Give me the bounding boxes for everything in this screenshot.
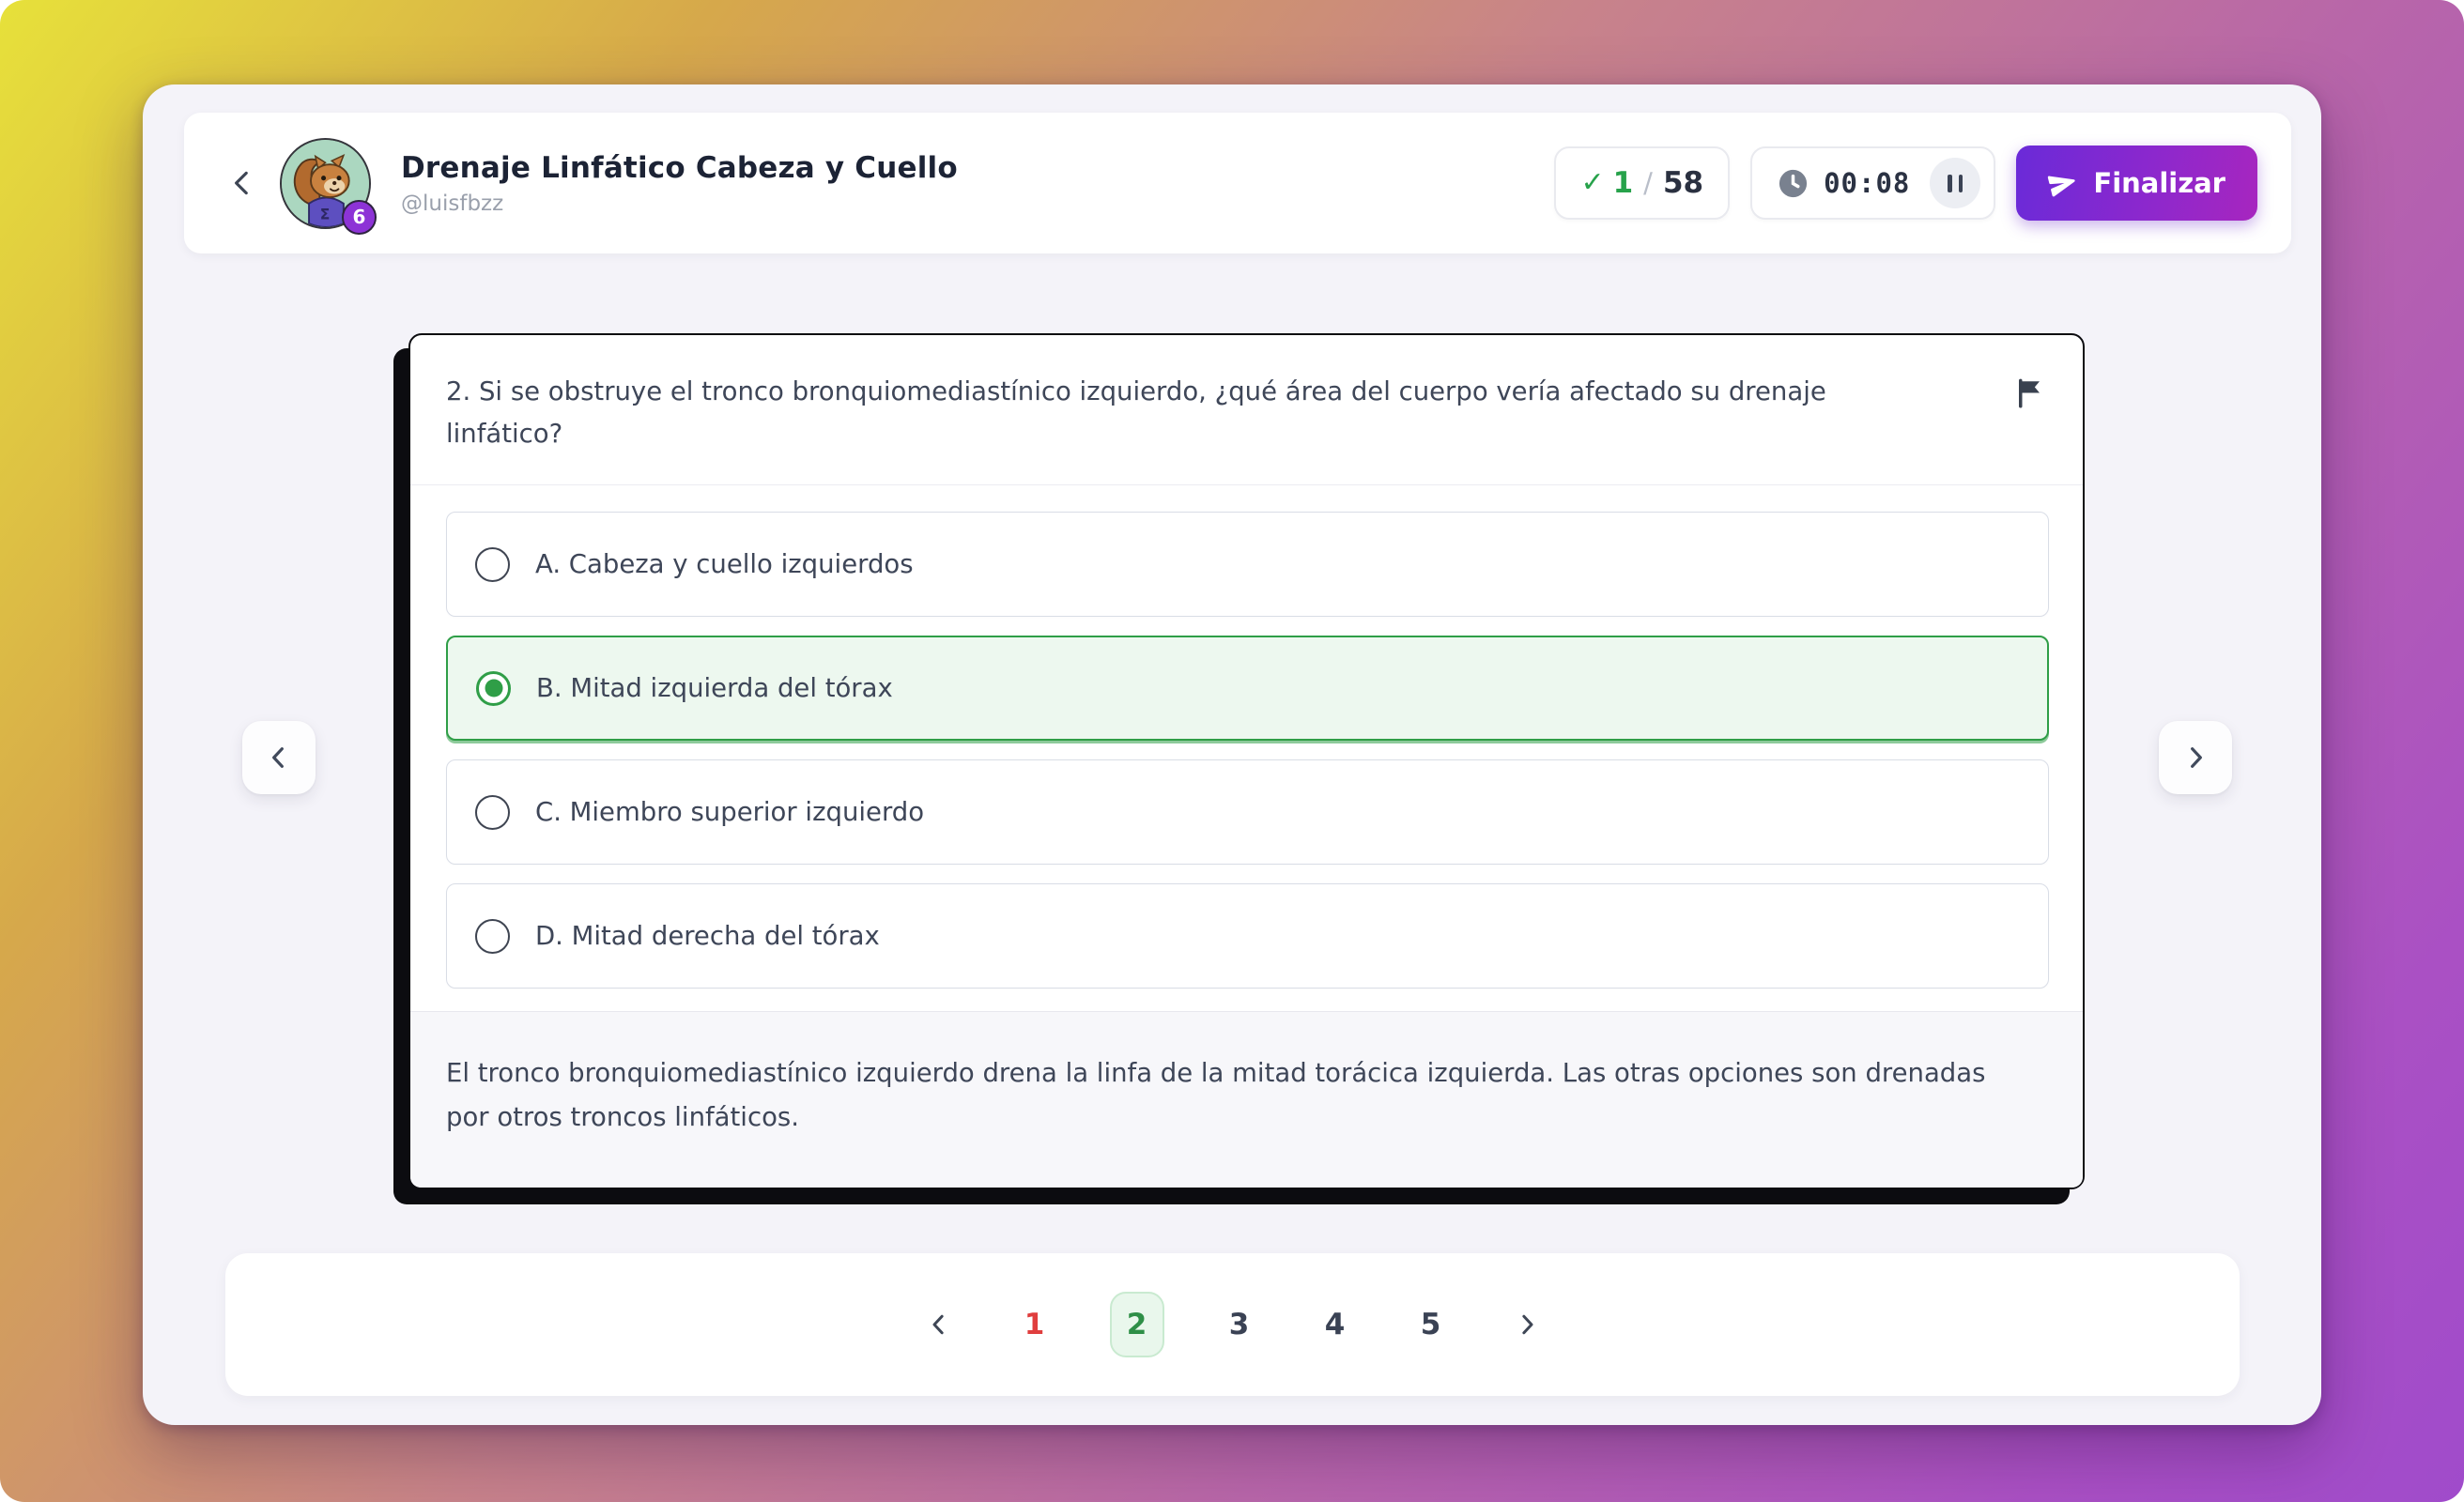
quiz-title: Drenaje Linfático Cabeza y Cuello bbox=[401, 151, 958, 185]
question-header: 2. Si se obstruye el tronco bronquiomedi… bbox=[410, 335, 2083, 484]
finalize-label: Finalizar bbox=[2093, 167, 2225, 199]
page-button-3[interactable]: 3 bbox=[1219, 1292, 1260, 1357]
timer-value: 00:08 bbox=[1824, 167, 1910, 199]
flag-question-button[interactable] bbox=[2012, 371, 2049, 412]
radio-selected-icon bbox=[476, 671, 511, 706]
quiz-author-handle: @luisfbzz bbox=[401, 192, 958, 216]
finalize-button[interactable]: Finalizar bbox=[2016, 146, 2257, 221]
pagination-prev-button[interactable] bbox=[918, 1292, 960, 1357]
avatar-level-badge: 6 bbox=[342, 200, 377, 235]
chevron-left-icon bbox=[264, 743, 294, 773]
chevron-right-icon bbox=[2180, 743, 2210, 773]
prev-question-button[interactable] bbox=[242, 721, 316, 794]
radio-unselected-icon bbox=[475, 795, 510, 830]
answer-option-label: C. Miembro superior izquierdo bbox=[535, 797, 924, 827]
answer-option-d[interactable]: D. Mitad derecha del tórax bbox=[446, 883, 2049, 989]
page-button-5[interactable]: 5 bbox=[1410, 1292, 1452, 1357]
answer-option-label: A. Cabeza y cuello izquierdos bbox=[535, 549, 914, 579]
progress-counter: ✓ 1 / 58 bbox=[1554, 146, 1730, 220]
answer-option-label: B. Mitad izquierda del tórax bbox=[536, 673, 893, 703]
send-icon bbox=[2045, 165, 2081, 201]
question-text: 2. Si se obstruye el tronco bronquiomedi… bbox=[446, 371, 1911, 454]
page-button-4[interactable]: 4 bbox=[1315, 1292, 1356, 1357]
explanation-panel: El tronco bronquiomediastínico izquierdo… bbox=[410, 1011, 2083, 1188]
pagination-next-button[interactable] bbox=[1506, 1292, 1548, 1357]
total-count: 58 bbox=[1663, 166, 1703, 200]
timer: 00:08 bbox=[1750, 146, 1995, 220]
pause-button[interactable] bbox=[1930, 158, 1980, 208]
answer-options: A. Cabeza y cuello izquierdos B. Mitad i… bbox=[410, 485, 2083, 1011]
question-card: 2. Si se obstruye el tronco bronquiomedi… bbox=[408, 333, 2085, 1189]
gradient-background: Σ 6 Drenaje Linfático Cabeza y Cuello @l… bbox=[0, 0, 2464, 1502]
back-button[interactable] bbox=[212, 153, 272, 213]
answer-option-c[interactable]: C. Miembro superior izquierdo bbox=[446, 759, 2049, 865]
answered-count: 1 bbox=[1613, 166, 1634, 200]
header-bar: Σ 6 Drenaje Linfático Cabeza y Cuello @l… bbox=[184, 113, 2291, 253]
answer-option-b-selected[interactable]: B. Mitad izquierda del tórax bbox=[446, 636, 2049, 741]
avatar: Σ 6 bbox=[280, 138, 371, 229]
answer-option-label: D. Mitad derecha del tórax bbox=[535, 921, 880, 951]
page-button-1[interactable]: 1 bbox=[1014, 1292, 1055, 1357]
chevron-right-icon bbox=[1513, 1310, 1541, 1339]
quiz-title-block: Drenaje Linfático Cabeza y Cuello @luisf… bbox=[401, 151, 958, 216]
radio-unselected-icon bbox=[475, 547, 510, 582]
flag-icon bbox=[2012, 376, 2045, 409]
progress-separator: / bbox=[1643, 167, 1653, 199]
pagination-bar: 1 2 3 4 5 bbox=[225, 1253, 2240, 1396]
chevron-left-icon bbox=[925, 1310, 953, 1339]
next-question-button[interactable] bbox=[2159, 721, 2232, 794]
chevron-left-icon bbox=[226, 167, 258, 199]
clock-icon bbox=[1777, 167, 1810, 200]
explanation-text: El tronco bronquiomediastínico izquierdo… bbox=[446, 1051, 2033, 1141]
check-icon: ✓ bbox=[1580, 169, 1604, 197]
pause-icon bbox=[1948, 175, 1952, 192]
page-button-2-current[interactable]: 2 bbox=[1110, 1292, 1164, 1357]
app-window: Σ 6 Drenaje Linfático Cabeza y Cuello @l… bbox=[143, 84, 2321, 1425]
radio-unselected-icon bbox=[475, 919, 510, 954]
answer-option-a[interactable]: A. Cabeza y cuello izquierdos bbox=[446, 512, 2049, 617]
svg-text:Σ: Σ bbox=[320, 206, 331, 222]
